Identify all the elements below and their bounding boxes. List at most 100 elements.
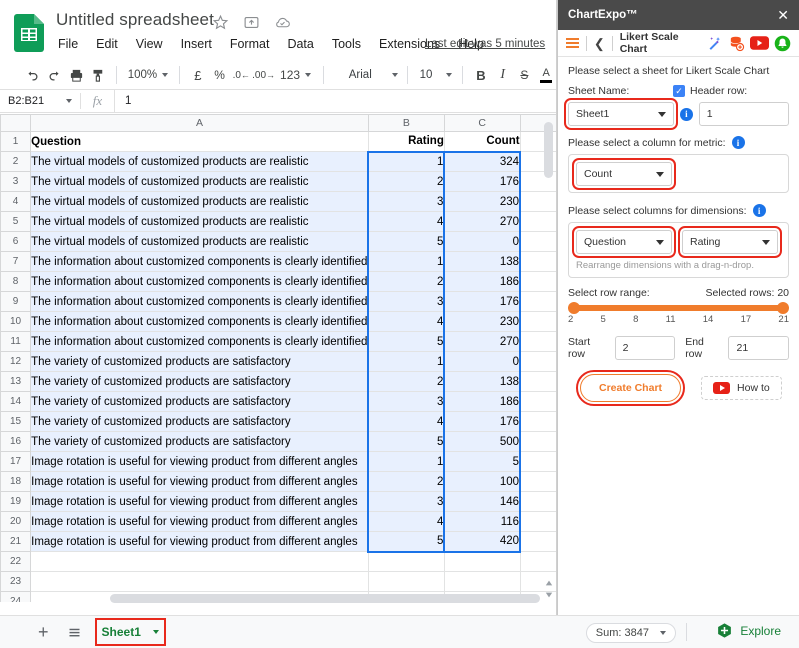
table-cell[interactable]: Image rotation is useful for viewing pro… [30,491,369,512]
menu-format[interactable]: Format [228,36,272,52]
sum-status-pill[interactable]: Sum: 3847 [585,623,676,643]
table-cell[interactable]: 270 [443,331,522,352]
italic-icon[interactable]: I [492,63,514,87]
menu-view[interactable]: View [134,36,165,52]
table-row[interactable]: 2 The virtual models of customized produc… [0,150,556,172]
column-header-b[interactable]: B [367,114,445,132]
row-header[interactable]: 2 [0,151,32,172]
row-header[interactable]: 3 [0,171,32,192]
back-chevron-icon[interactable]: ❮ [594,37,605,50]
explore-button[interactable]: Explore [716,622,781,639]
row-header[interactable]: 18 [0,471,32,492]
column-header-a[interactable]: A [30,114,369,132]
row-header[interactable]: 8 [0,271,32,292]
table-cell[interactable]: 4 [367,511,445,532]
table-cell[interactable]: 0 [443,231,522,252]
slider-knob-end[interactable] [777,302,789,314]
undo-icon[interactable] [22,63,44,87]
increase-decimal-icon[interactable]: .00 → [252,63,275,87]
start-row-input[interactable]: 2 [614,336,676,360]
table-cell[interactable]: The virtual models of customized product… [30,151,369,172]
table-row[interactable]: 1 Question Rating Count [0,131,556,152]
table-row[interactable]: 16 The variety of customized products are… [0,431,556,452]
all-sheets-icon[interactable] [67,625,82,640]
row-header[interactable]: 20 [0,511,32,532]
document-title[interactable]: Untitled spreadsheet [56,10,214,30]
table-cell[interactable] [30,551,369,572]
table-cell[interactable]: Question [30,131,369,152]
magic-wand-icon[interactable] [706,35,723,52]
row-header[interactable]: 14 [0,391,32,412]
table-row[interactable]: 15 The variety of customized products are… [0,411,556,432]
create-chart-button[interactable]: Create Chart [575,370,686,406]
menu-tools[interactable]: Tools [330,36,363,52]
table-cell[interactable]: The variety of customized products are s… [30,431,369,452]
vertical-scroll-thumb[interactable] [544,122,553,178]
zoom-selector[interactable]: 100% [124,63,172,87]
table-cell[interactable]: 230 [443,191,522,212]
row-header[interactable]: 12 [0,351,32,372]
table-cell[interactable]: 5 [367,331,445,352]
percent-icon[interactable]: % [209,63,231,87]
row-header[interactable]: 24 [0,591,32,602]
table-row[interactable]: 18 Image rotation is useful for viewing p… [0,471,556,492]
table-cell[interactable] [367,571,445,592]
table-cell[interactable]: The information about customized compone… [30,331,369,352]
table-row[interactable]: 19 Image rotation is useful for viewing p… [0,491,556,512]
add-sheet-button[interactable]: + [38,623,49,641]
table-row[interactable]: 6 The virtual models of customized produc… [0,231,556,252]
font-size-value[interactable]: 10 [415,63,437,87]
table-cell[interactable]: The virtual models of customized product… [30,191,369,212]
decrease-decimal-icon[interactable]: .0 ← [230,63,252,87]
horizontal-scrollbar[interactable] [110,594,540,604]
table-cell[interactable]: 3 [367,391,445,412]
table-row[interactable]: 9 The information about customized compon… [0,291,556,312]
table-cell[interactable]: The information about customized compone… [30,311,369,332]
table-row[interactable]: 3 The virtual models of customized produc… [0,171,556,192]
column-header-c[interactable]: C [443,114,521,132]
bold-icon[interactable]: B [470,63,492,87]
sum-chevron-icon[interactable] [660,631,666,635]
table-cell[interactable]: 4 [367,211,445,232]
table-cell[interactable]: Count [443,131,521,152]
table-cell[interactable]: 5 [367,531,445,553]
table-cell[interactable]: The virtual models of customized product… [30,231,369,252]
table-cell[interactable]: Rating [367,131,445,152]
table-cell[interactable]: The virtual models of customized product… [30,211,369,232]
table-cell[interactable]: 5 [367,431,445,452]
row-header[interactable]: 21 [0,531,32,552]
table-cell[interactable]: 1 [367,451,445,472]
table-cell[interactable]: 2 [367,271,445,292]
table-cell[interactable]: 176 [443,411,522,432]
metric-select[interactable]: Count [572,158,676,190]
table-cell[interactable]: The variety of customized products are s… [30,371,369,392]
row-header[interactable]: 19 [0,491,32,512]
table-cell[interactable]: 420 [443,531,522,553]
table-cell[interactable]: The variety of customized products are s… [30,391,369,412]
dimensions-info-icon[interactable]: i [752,204,766,217]
header-row-input[interactable]: 1 [698,102,790,126]
row-range-slider[interactable]: 2 5 8 11 14 17 21 [568,302,789,325]
row-header[interactable]: 1 [0,131,32,152]
last-edit-status[interactable]: Last edit was 5 minutes [425,38,545,50]
table-row[interactable]: 4 The virtual models of customized produc… [0,191,556,212]
table-cell[interactable] [367,551,445,572]
row-header[interactable]: 11 [0,331,32,352]
table-cell[interactable]: 4 [367,311,445,332]
row-header[interactable]: 15 [0,411,32,432]
table-row[interactable]: 22 [0,551,556,572]
row-header[interactable]: 10 [0,311,32,332]
row-header[interactable]: 22 [0,551,32,572]
sheet-tab-chevron-icon[interactable] [152,630,159,634]
table-cell[interactable]: The variety of customized products are s… [30,411,369,432]
table-row[interactable]: 11 The information about customized compo… [0,331,556,352]
table-cell[interactable]: 3 [367,291,445,312]
scroll-up-icon[interactable] [545,574,553,586]
font-size-chevron-icon[interactable] [437,63,455,87]
table-cell[interactable]: Image rotation is useful for viewing pro… [30,511,369,532]
table-row[interactable]: 21 Image rotation is useful for viewing p… [0,531,556,553]
table-cell[interactable]: 2 [367,471,445,492]
cloud-saved-icon[interactable] [274,14,291,31]
menu-data[interactable]: Data [285,36,315,52]
table-cell[interactable]: The virtual models of customized product… [30,171,369,192]
